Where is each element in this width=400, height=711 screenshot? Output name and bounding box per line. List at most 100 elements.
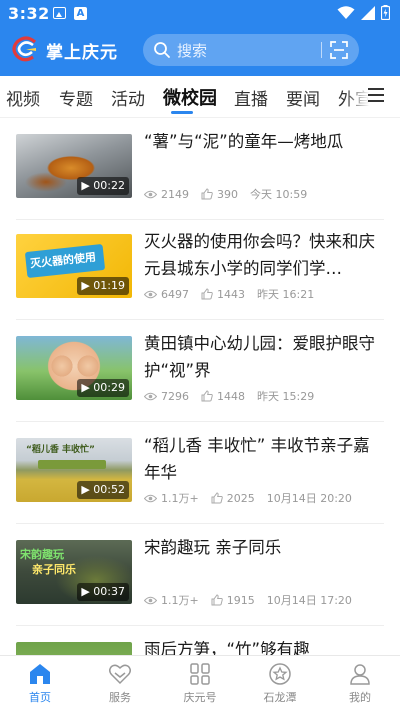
feed-item[interactable]: ▶ 00:29 黄田镇中心幼儿园：爱眼护眼守护“视”界 7296 1448 昨天…: [16, 320, 384, 422]
thumb-caption: “稻儿香 丰收忙”: [26, 445, 95, 455]
video-thumbnail[interactable]: [16, 642, 132, 655]
like-thumb-icon: [211, 594, 223, 606]
views-eye-icon: [144, 494, 157, 502]
app-title: 掌上庆元: [46, 43, 118, 63]
signal-icon: [361, 5, 375, 20]
views-eye-icon: [144, 392, 157, 400]
profile-icon: [350, 664, 370, 685]
like-count: 1448: [217, 389, 245, 403]
views-eye-icon: [144, 290, 157, 298]
publish-time: 10月14日 17:20: [266, 594, 352, 607]
gallery-notification-icon: [53, 7, 66, 19]
views-eye-icon: [144, 190, 157, 198]
feed-item-title: 雨后方笋，“竹”够有趣: [144, 640, 310, 655]
video-duration: ▶ 00:52: [77, 481, 129, 499]
view-count: 1.1万+: [161, 492, 199, 505]
status-time: 3:32: [8, 4, 50, 23]
like-thumb-icon: [201, 188, 213, 200]
tab-activities[interactable]: 活动: [111, 85, 145, 110]
bottom-nav: 首页 服务 庆元号 石龙潭 我的: [0, 655, 400, 711]
video-feed: ▶ 00:22 “薯”与“泥”的童年—烤地瓜 2149 390 今天 10:59…: [0, 118, 400, 655]
battery-icon: [381, 5, 390, 20]
tab-topics[interactable]: 专题: [59, 85, 93, 110]
nav-label: 我的: [349, 691, 371, 704]
app-header: 3:32 A 掌上庆元 搜索: [0, 0, 400, 76]
views-eye-icon: [144, 596, 157, 604]
tab-live[interactable]: 直播: [234, 85, 268, 110]
thumb-caption: 宋韵趣玩: [20, 548, 64, 561]
search-bar[interactable]: 搜索: [143, 34, 359, 66]
nav-mine[interactable]: 我的: [320, 656, 400, 711]
nav-label: 石龙潭: [263, 691, 297, 704]
nav-shilongtan[interactable]: 石龙潭: [240, 656, 320, 711]
scan-icon[interactable]: [330, 41, 348, 59]
nav-qingyuan-hao[interactable]: 庆元号: [160, 656, 240, 711]
feed-item-meta: 7296 1448 昨天 15:29: [144, 388, 326, 404]
status-system-icons: [337, 5, 390, 20]
search-placeholder: 搜索: [177, 42, 208, 60]
video-duration: ▶ 00:29: [77, 379, 129, 397]
like-count: 1443: [217, 287, 245, 301]
feed-item[interactable]: 灭火器的使用 ▶ 01:19 灭火器的使用你会吗？快来和庆元县城东小学的同学们学…: [16, 218, 384, 320]
feed-item-meta: 2149 390 今天 10:59: [144, 186, 319, 202]
grid-icon: [190, 663, 210, 685]
like-thumb-icon: [211, 492, 223, 504]
tab-headlines[interactable]: 要闻: [286, 85, 320, 110]
video-thumbnail[interactable]: ▶ 00:22: [16, 134, 132, 198]
search-divider: [321, 42, 322, 58]
video-duration: ▶ 00:37: [77, 583, 129, 601]
like-count: 2025: [226, 491, 255, 505]
tab-video[interactable]: 视频: [6, 85, 40, 110]
nav-services[interactable]: 服务: [80, 656, 160, 711]
active-tab-indicator: [171, 111, 193, 114]
channel-menu-icon[interactable]: [368, 88, 384, 104]
view-count: 1.1万+: [161, 594, 199, 607]
feed-item[interactable]: 宋韵趣玩 亲子同乐 ▶ 00:37 宋韵趣玩 亲子同乐 1.1万+ 1915 1…: [16, 524, 384, 626]
video-duration: ▶ 01:19: [77, 277, 129, 295]
heart-icon: [109, 664, 131, 685]
feed-item-title: 宋韵趣玩 亲子同乐: [144, 538, 282, 557]
home-icon: [30, 664, 50, 684]
nav-label: 庆元号: [183, 691, 217, 704]
view-count: 2149: [161, 187, 189, 201]
video-thumbnail[interactable]: ▶ 00:29: [16, 336, 132, 400]
video-thumbnail[interactable]: 宋韵趣玩 亲子同乐 ▶ 00:37: [16, 540, 132, 604]
nav-label: 首页: [29, 691, 51, 704]
feed-item[interactable]: ▶ 00:22 “薯”与“泥”的童年—烤地瓜 2149 390 今天 10:59: [16, 118, 384, 220]
a-notification-icon: A: [74, 7, 87, 20]
feed-item[interactable]: “稻儿香 丰收忙” ▶ 00:52 “稻儿香 丰收忙” 丰收节亲子嘉年华 1.1…: [16, 422, 384, 524]
status-notification-icons: A: [53, 7, 87, 20]
like-count: 390: [217, 187, 238, 201]
publish-time: 10月14日 20:20: [266, 492, 352, 505]
wifi-icon: [337, 5, 355, 19]
like-count: 1915: [226, 593, 255, 607]
star-icon: [269, 663, 291, 685]
view-count: 6497: [161, 287, 189, 301]
feed-item-title: 灭火器的使用你会吗？快来和庆元县城东小学的同学们学…: [144, 232, 375, 278]
video-thumbnail[interactable]: 灭火器的使用 ▶ 01:19: [16, 234, 132, 298]
search-icon: [154, 42, 170, 58]
nav-home[interactable]: 首页: [0, 656, 80, 711]
app-logo-icon: [12, 36, 37, 62]
view-count: 7296: [161, 389, 189, 403]
feed-item-meta: 1.1万+ 2025 10月14日 20:20: [144, 490, 364, 506]
feed-item-meta: 1.1万+ 1915 10月14日 17:20: [144, 592, 364, 608]
channel-tabs: 视频 专题 活动 微校园 直播 要闻 外宣: [0, 76, 400, 118]
status-bar: 3:32 A: [0, 0, 400, 28]
feed-item-title: “薯”与“泥”的童年—烤地瓜: [144, 132, 344, 151]
video-duration: ▶ 00:22: [77, 177, 129, 195]
publish-time: 昨天 15:29: [257, 390, 315, 403]
top-bar: 掌上庆元 搜索: [0, 30, 400, 70]
tab-micro-campus[interactable]: 微校园: [163, 84, 217, 110]
nav-label: 服务: [109, 691, 131, 704]
like-thumb-icon: [201, 390, 213, 402]
feed-item-meta: 6497 1443 昨天 16:21: [144, 286, 326, 302]
thumb-banner: [38, 460, 106, 469]
publish-time: 昨天 16:21: [257, 288, 315, 301]
like-thumb-icon: [201, 288, 213, 300]
feed-item-title: 黄田镇中心幼儿园：爱眼护眼守护“视”界: [144, 334, 375, 380]
thumb-caption-2: 亲子同乐: [32, 563, 76, 576]
video-thumbnail[interactable]: “稻儿香 丰收忙” ▶ 00:52: [16, 438, 132, 502]
feed-item[interactable]: 雨后方笋，“竹”够有趣: [16, 626, 384, 655]
feed-item-title: “稻儿香 丰收忙” 丰收节亲子嘉年华: [144, 436, 370, 482]
